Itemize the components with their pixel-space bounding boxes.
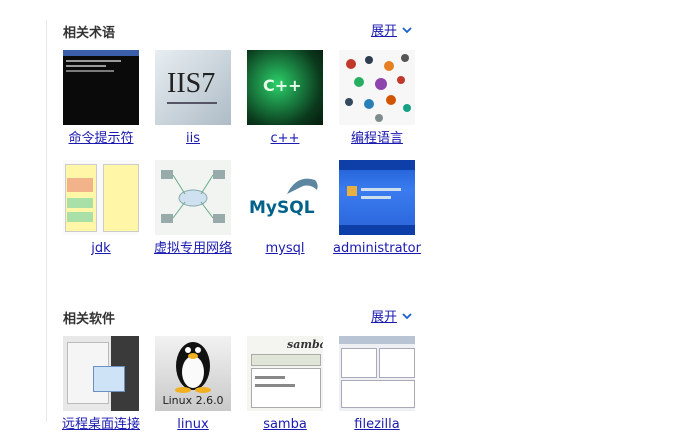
item-label: c++ [270,131,300,146]
remote-desktop-thumb [63,336,139,411]
mysql-logo-thumb: MySQL [247,160,323,235]
expand-button[interactable]: 展开 [371,306,413,325]
expand-label: 展开 [370,310,397,325]
item-label: mysql [265,241,305,256]
item-label: 命令提示符 [68,131,134,146]
item-label: 远程桌面连接 [61,417,140,432]
term-item-iis[interactable]: IIS7 iis [155,50,231,149]
term-item-administrator[interactable]: administrator [333,160,421,259]
term-item-cmd[interactable]: 命令提示符 [63,50,139,149]
section-header: 相关术语 展开 [63,20,415,42]
item-label: 虚拟专用网络 [153,241,232,256]
language-logos-thumb [339,50,415,125]
software-item-linux[interactable]: Linux 2.6.0 linux [155,336,231,435]
item-label: linux [177,417,209,432]
item-label: samba [263,417,307,432]
item-label: 编程语言 [350,131,403,146]
thumb-text: C++ [263,76,302,95]
windows-login-thumb [339,160,415,235]
jdk-diagram-thumb [63,160,139,235]
section-title: 相关术语 [63,26,116,41]
left-divider [46,20,47,422]
term-item-jdk[interactable]: jdk [63,160,139,259]
software-item-filezilla[interactable]: filezilla [339,336,415,435]
item-label: jdk [91,241,111,256]
cpp-thumb: C++ [247,50,323,125]
term-item-cpp[interactable]: C++ c++ [247,50,323,149]
section-header: 相关软件 展开 [63,306,415,328]
thumb-text: IIS7 [167,68,216,99]
samba-thumb: samba [247,336,323,411]
item-label: iis [186,131,200,146]
item-label: administrator [333,241,421,256]
expand-button[interactable]: 展开 [371,20,413,39]
thumb-text: MySQL [249,198,315,218]
thumb-text: samba [287,338,323,351]
related-terms-section: 相关术语 展开 [63,20,415,42]
thumb-text: Linux 2.6.0 [162,394,224,407]
software-item-samba[interactable]: samba samba [247,336,323,435]
cmd-window-thumb [63,50,139,125]
chevron-down-icon [402,26,412,33]
term-item-programming-language[interactable]: 编程语言 [339,50,415,149]
item-label: filezilla [354,417,400,432]
linux-tux-thumb: Linux 2.6.0 [155,336,231,411]
chevron-down-icon [402,312,412,319]
software-item-remote-desktop[interactable]: 远程桌面连接 [62,336,140,435]
term-item-vpn[interactable]: 虚拟专用网络 [154,160,232,259]
filezilla-thumb [339,336,415,411]
iis7-thumb: IIS7 [155,50,231,125]
expand-label: 展开 [370,24,397,39]
vpn-diagram-thumb [155,160,231,235]
section-title: 相关软件 [63,312,116,327]
related-software-section: 相关软件 展开 [63,306,415,328]
term-item-mysql[interactable]: MySQL mysql [247,160,323,259]
